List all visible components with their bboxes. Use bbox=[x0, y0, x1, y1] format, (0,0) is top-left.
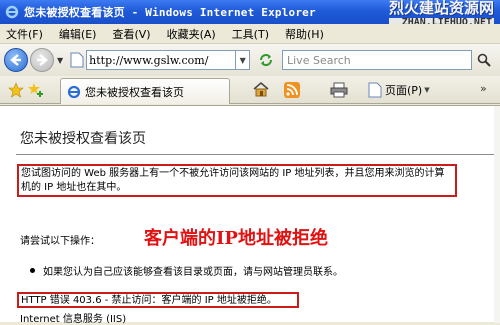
forward-arrow-icon bbox=[37, 54, 48, 66]
tab-label: 您未被授权查看该页 bbox=[85, 85, 184, 99]
address-input[interactable]: http://www.gslw.com/ bbox=[86, 50, 237, 70]
suggestion-text: 如果您认为自己应该能够查看该目录或页面，请与网站管理员联系。 bbox=[43, 267, 343, 278]
print-icon[interactable] bbox=[330, 82, 348, 102]
menu-bar: 文件(F) 编辑(E) 查看(V) 收藏夹(A) 工具(T) 帮助(H) bbox=[0, 24, 500, 44]
http-error-line: HTTP 错误 403.6 - 禁止访问：客户端的 IP 地址被拒绝。 bbox=[17, 292, 299, 308]
back-arrow-icon bbox=[10, 54, 21, 66]
history-dropdown-icon[interactable]: ▼ bbox=[57, 56, 63, 65]
page-content: 您未被授权查看该页 您试图访问的 Web 服务器上有一个不被允许访问该网站的 I… bbox=[0, 105, 500, 325]
try-label: 请尝试以下操作： bbox=[20, 236, 100, 247]
toolbar-overflow-icon[interactable]: » bbox=[480, 82, 487, 95]
address-toolbar: ▼ http://www.gslw.com/ ▼ Live Search bbox=[0, 44, 500, 76]
divider bbox=[16, 154, 494, 155]
menu-edit[interactable]: 编辑(E) bbox=[51, 26, 105, 42]
add-favorite-icon[interactable] bbox=[28, 82, 44, 102]
error-description: 您试图访问的 Web 服务器上有一个不被允许访问该网站的 IP 地址列表，并且您… bbox=[17, 164, 457, 197]
menu-view[interactable]: 查看(V) bbox=[104, 26, 158, 42]
page-menu-label: 页面(P) bbox=[385, 84, 423, 97]
page-title: 您未被授权查看该页 bbox=[20, 131, 146, 147]
menu-file[interactable]: 文件(F) bbox=[0, 26, 51, 42]
home-icon[interactable] bbox=[252, 81, 270, 101]
search-icon[interactable] bbox=[474, 50, 494, 70]
menu-tools[interactable]: 工具(T) bbox=[224, 26, 277, 42]
feeds-icon[interactable] bbox=[284, 82, 300, 102]
page-menu-dropdown-icon: ▼ bbox=[424, 86, 430, 94]
menu-help[interactable]: 帮助(H) bbox=[277, 26, 332, 42]
forward-button[interactable] bbox=[30, 48, 54, 72]
vertical-scrollbar[interactable] bbox=[494, 106, 500, 323]
iis-footer: Internet 信息服务 (IIS) bbox=[20, 314, 127, 325]
back-button[interactable] bbox=[4, 48, 28, 72]
page-menu-icon bbox=[368, 82, 382, 98]
window-title: 您未被授权查看该页 - Windows Internet Explorer bbox=[24, 6, 316, 19]
page-icon bbox=[70, 52, 84, 68]
address-dropdown-icon[interactable]: ▼ bbox=[236, 50, 251, 70]
bullet-icon bbox=[30, 268, 35, 273]
annotation-text: 客户端的IP地址被拒绝 bbox=[144, 228, 328, 249]
suggestion-item: 如果您认为自己应该能够查看该目录或页面，请与网站管理员联系。 bbox=[30, 263, 343, 278]
search-input[interactable]: Live Search bbox=[282, 50, 472, 70]
menu-favorites[interactable]: 收藏夹(A) bbox=[159, 26, 224, 42]
favorites-star-icon[interactable] bbox=[8, 82, 24, 102]
page-menu-button[interactable]: 页面(P) ▼ bbox=[368, 82, 430, 98]
tab-ie-icon bbox=[67, 85, 81, 98]
ie-logo-icon bbox=[4, 4, 20, 20]
tab-toolbar: 您未被授权查看该页 页面(P) ▼ » bbox=[0, 76, 500, 104]
refresh-icon[interactable] bbox=[256, 50, 276, 70]
tab-current-page[interactable]: 您未被授权查看该页 bbox=[60, 78, 230, 104]
watermark-site-name: 烈火建站资源网 bbox=[388, 0, 494, 17]
